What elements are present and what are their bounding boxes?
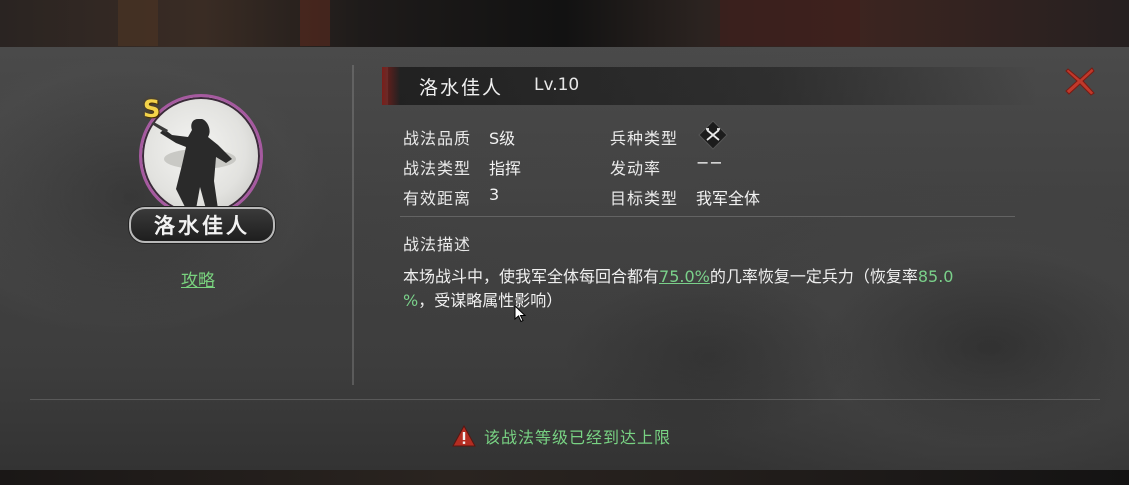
background-bottom [0, 470, 1129, 485]
quality-label: 战法品质 [403, 129, 472, 148]
mouse-pointer-icon [514, 304, 528, 323]
tactic-name-plate-text: 洛水佳人 [154, 214, 250, 238]
guide-link[interactable]: 攻略 [181, 266, 215, 291]
section-divider [400, 216, 1015, 217]
grade-badge: S [143, 95, 161, 123]
troop-label: 兵种类型 [610, 129, 679, 148]
description-text: 本场战斗中，使我军全体每回合都有75.0%的几率恢复一定兵力（恢复率85.0%，… [403, 265, 1015, 313]
trigger-rate-label: 发动率 [610, 159, 662, 178]
tactic-detail-dialog: S 洛水佳人 攻略 洛水佳人 Lv.10 战法品质 S级 战法类型 指挥 有效距… [0, 47, 1129, 470]
background-top [0, 0, 1129, 48]
range-label: 有效距离 [403, 189, 472, 208]
level-max-notice: 该战法等级已经到达上限 [452, 424, 671, 448]
close-icon [1065, 67, 1095, 96]
description-title: 战法描述 [403, 235, 472, 254]
trigger-rate-value: −− [696, 153, 723, 172]
target-value: 我军全体 [696, 189, 761, 208]
description-part3: ，受谋略属性影响） [418, 291, 563, 310]
type-value: 指挥 [489, 159, 522, 178]
warning-icon [452, 425, 476, 447]
level-max-text: 该战法等级已经到达上限 [484, 428, 672, 447]
quality-value: S级 [489, 129, 516, 148]
type-label: 战法类型 [403, 159, 472, 178]
recovery-rate-value: 85.0 [917, 267, 954, 286]
crossed-weapons-icon [698, 120, 728, 150]
game-screen: S 洛水佳人 攻略 洛水佳人 Lv.10 战法品质 S级 战法类型 指挥 有效距… [0, 0, 1129, 485]
vertical-divider [352, 65, 354, 385]
recovery-rate-percent: % [403, 291, 419, 310]
target-label: 目标类型 [610, 189, 679, 208]
range-value: 3 [489, 185, 500, 204]
tactic-level: Lv.10 [534, 75, 580, 95]
tactic-name-plate: 洛水佳人 [129, 207, 275, 243]
description-part1: 本场战斗中，使我军全体每回合都有 [403, 267, 660, 286]
description-part2: 的几率恢复一定兵力（恢复率 [709, 267, 918, 286]
close-button[interactable] [1063, 65, 1097, 97]
trigger-chance-value[interactable]: 75.0% [659, 267, 710, 286]
footer-divider [30, 399, 1100, 400]
tactic-name: 洛水佳人 [419, 77, 504, 99]
